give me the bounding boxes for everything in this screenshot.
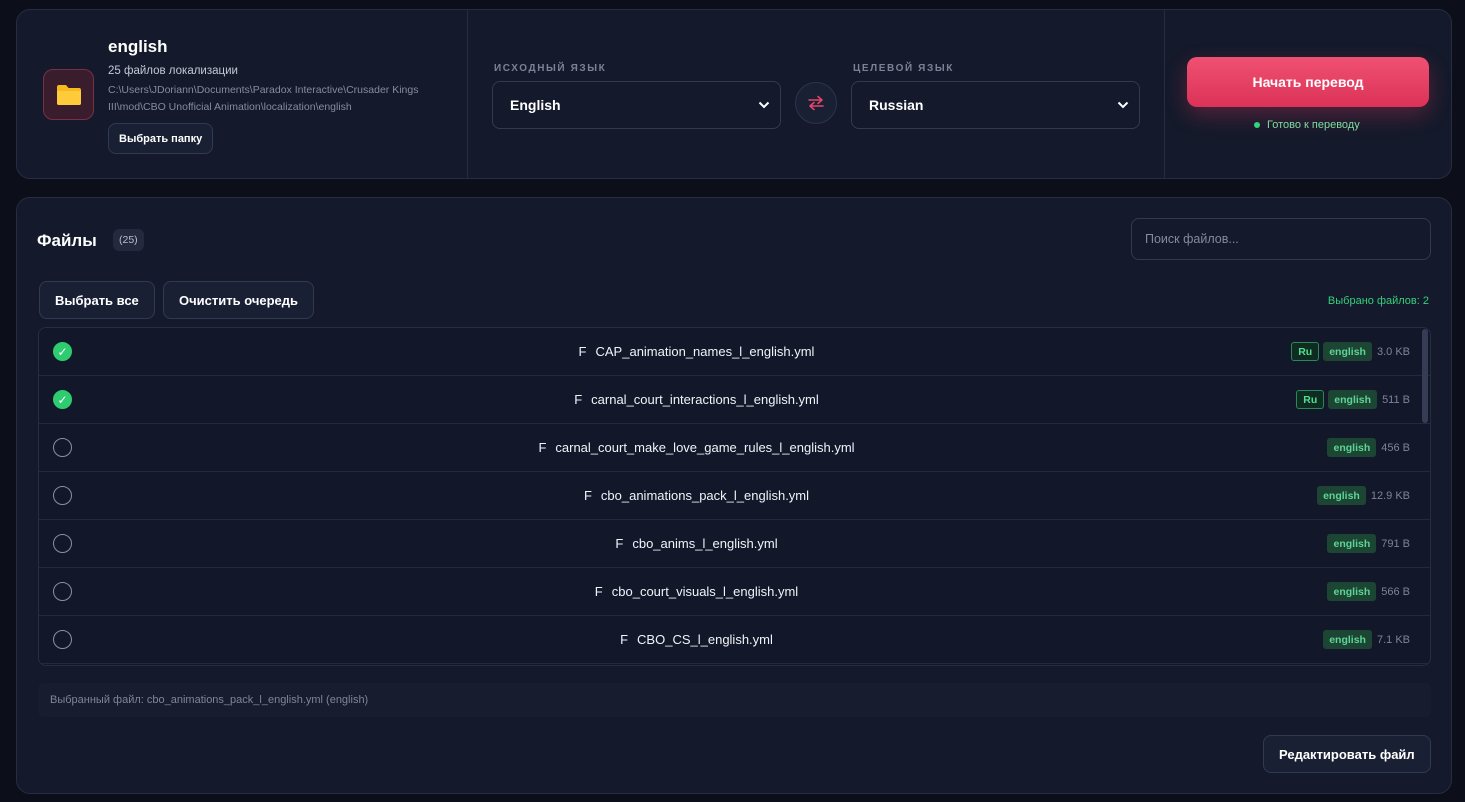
files-count-badge: (25) [113, 229, 144, 251]
file-name-cell: Fcbo_animations_pack_l_english.yml [39, 488, 1354, 503]
file-meta: english 791 B [1327, 534, 1410, 553]
file-meta: english 7.1 KB [1323, 630, 1410, 649]
file-name: CAP_animation_names_l_english.yml [595, 344, 815, 359]
target-language-label: ЦЕЛЕВОЙ ЯЗЫК [853, 63, 954, 74]
file-name-cell: Fcbo_anims_l_english.yml [39, 536, 1354, 551]
folder-icon [43, 69, 94, 120]
file-row[interactable]: ✓FCBO_CS_l_english.ymlenglish7.1 KB [39, 616, 1430, 664]
file-size: 566 B [1381, 585, 1410, 598]
chevron-down-icon [1117, 101, 1129, 109]
files-panel: Файлы (25) Выбрать все Очистить очередь … [16, 197, 1452, 794]
file-type-icon: F [615, 536, 624, 551]
language-badge: english [1327, 534, 1377, 553]
folder-path: C:\Users\JDoriann\Documents\Paradox Inte… [108, 84, 419, 113]
swap-arrows-icon [808, 95, 824, 111]
file-name: cbo_anims_l_english.yml [632, 536, 778, 551]
language-badge: english [1327, 438, 1377, 457]
source-language-value: English [510, 97, 561, 113]
file-name-cell: Fcbo_court_visuals_l_english.yml [39, 584, 1354, 599]
file-size: 3.0 KB [1376, 345, 1410, 358]
file-size: 12.9 KB [1370, 489, 1410, 502]
folder-file-count: 25 файлов локализации [108, 65, 238, 77]
status-dot-icon [1254, 122, 1260, 128]
file-name: carnal_court_interactions_l_english.yml [591, 392, 819, 407]
language-badge: english [1328, 390, 1378, 409]
file-name-cell: F CAP_animation_names_l_english.yml [39, 344, 1354, 359]
file-meta: english 566 B [1327, 582, 1410, 601]
file-list-scrollbar[interactable] [1422, 329, 1428, 423]
file-name: carnal_court_make_love_game_rules_l_engl… [555, 440, 855, 455]
file-name-cell: F CBO_CS_l_english.yml [39, 632, 1354, 647]
translated-badge: Ru [1291, 342, 1320, 361]
file-meta: Ru english 511 B [1296, 390, 1410, 409]
file-size: 511 B [1382, 393, 1410, 406]
file-meta: Ru english 3.0 KB [1291, 342, 1410, 361]
file-size: 7.1 KB [1376, 633, 1410, 646]
translated-badge: Ru [1296, 390, 1325, 409]
target-language-select[interactable]: Russian [851, 81, 1140, 129]
language-badge: english [1323, 630, 1372, 649]
top-panel: english 25 файлов локализации C:\Users\J… [16, 9, 1452, 179]
file-type-icon: F [578, 344, 587, 359]
source-language-select[interactable]: English [492, 81, 781, 129]
file-name: CBO_CS_l_english.yml [637, 632, 773, 647]
language-badge: english [1317, 486, 1366, 505]
file-row[interactable]: ✓Fcbo_animations_pack_l_english.ymlengli… [39, 472, 1430, 520]
file-type-icon: F [583, 488, 592, 503]
file-type-icon: F [538, 440, 547, 455]
selected-file-info: Выбранный файл: cbo_animations_pack_l_en… [38, 683, 1431, 717]
file-size: 791 B [1381, 537, 1410, 550]
file-type-icon: F [574, 392, 583, 407]
file-meta: english 456 B [1327, 438, 1410, 457]
divider [1164, 10, 1165, 178]
chevron-down-icon [758, 101, 770, 109]
select-all-button[interactable]: Выбрать все [39, 281, 155, 319]
file-meta: english 12.9 KB [1317, 486, 1410, 505]
file-row[interactable]: ✓Fcarnal_court_make_love_game_rules_l_en… [39, 424, 1430, 472]
file-type-icon: F [594, 584, 603, 599]
file-type-icon: F [620, 632, 629, 647]
file-size: 456 B [1381, 441, 1410, 454]
status-indicator: Готово к переводу [1254, 119, 1360, 131]
target-language-value: Russian [869, 97, 924, 113]
file-search-input[interactable] [1131, 218, 1431, 260]
file-row[interactable]: ✓ F CAP_animation_names_l_english.yml Ru eng… [39, 328, 1430, 376]
files-title: Файлы [37, 231, 97, 250]
file-row[interactable]: ✓Fcbo_anims_l_english.ymlenglish791 B [39, 520, 1430, 568]
language-badge: english [1323, 342, 1372, 361]
file-list: ✓ F CAP_animation_names_l_english.yml Ru eng… [38, 327, 1431, 666]
divider [467, 10, 468, 178]
start-translation-button[interactable]: Начать перевод [1187, 57, 1429, 107]
clear-queue-button[interactable]: Очистить очередь [163, 281, 315, 319]
status-text: Готово к переводу [1267, 119, 1360, 131]
file-row[interactable]: ✓ Fcarnal_court_interactions_l_english.ym… [39, 376, 1430, 424]
language-badge: english [1327, 582, 1377, 601]
choose-folder-button[interactable]: Выбрать папку [108, 123, 214, 154]
file-name: cbo_animations_pack_l_english.yml [600, 488, 810, 503]
edit-file-button[interactable]: Редактировать файл [1263, 735, 1431, 773]
selected-files-count: Выбрано файлов: 2 [1327, 295, 1429, 307]
source-language-label: ИСХОДНЫЙ ЯЗЫК [494, 63, 607, 74]
swap-languages-button[interactable] [795, 82, 837, 124]
file-name-cell: Fcarnal_court_make_love_game_rules_l_eng… [39, 440, 1354, 455]
file-name: cbo_court_visuals_l_english.yml [611, 584, 799, 599]
file-name-cell: Fcarnal_court_interactions_l_english.yml [39, 392, 1354, 407]
folder-name: english [108, 37, 168, 56]
file-row[interactable]: ✓Fcbo_court_visuals_l_english.ymlenglish… [39, 568, 1430, 616]
